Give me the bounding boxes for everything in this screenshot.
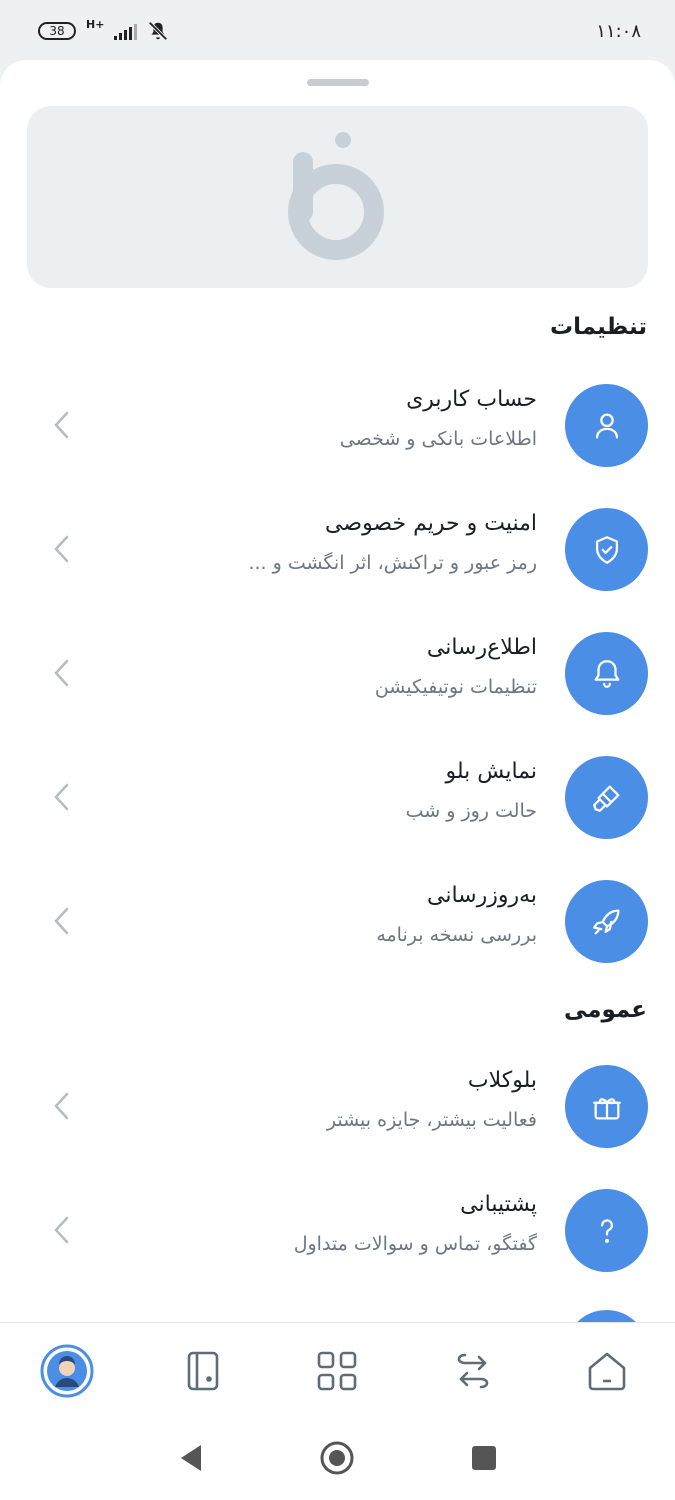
drag-handle[interactable] [307,79,369,86]
row-title: به‌روزرسانی [426,883,537,908]
chevron-left-icon [54,535,69,563]
row-title: حساب کاربری [406,387,537,412]
row-subtitle: رمز عبور و تراکنش، اثر انگشت و ... [248,552,537,574]
row-subtitle: تنظیمات نوتیفیکیشن [374,676,537,698]
row-subtitle: بررسی نسخه برنامه [376,924,537,946]
system-navigation-bar [0,1422,675,1500]
gift-icon [565,1065,648,1148]
row-subtitle: گفتگو، تماس و سوالات متداول [293,1233,537,1255]
rocket-icon [565,880,648,963]
settings-row-display[interactable]: نمایش بلو حالت روز و شب [0,747,675,847]
chevron-left-icon [54,1216,69,1244]
chevron-left-icon [54,907,69,935]
profile-avatar-icon [40,1344,94,1398]
nav-card[interactable] [175,1343,231,1399]
home-icon [588,1352,626,1391]
recents-square-icon [472,1446,496,1470]
status-icons: 38 H+ [38,18,169,42]
general-section-title: عمومی [563,997,647,1023]
home-circle-icon [320,1441,354,1475]
general-row-bluclub[interactable]: بلوکلاب فعالیت بیشتر، جایزه بیشتر [0,1056,675,1156]
mute-bell-icon [148,21,168,41]
clock: ۱۱:۰۸ [596,20,641,42]
card-icon [187,1351,219,1391]
paint-brush-icon [565,756,648,839]
settings-sheet: تنظیمات حساب کاربری اطلاعات بانکی و شخصی… [0,60,675,1322]
system-home-button[interactable] [319,1440,355,1476]
bottom-navigation [0,1322,675,1422]
settings-section-title: تنظیمات [550,314,647,340]
settings-row-security[interactable]: امنیت و حریم خصوصی رمز عبور و تراکنش، اث… [0,499,675,599]
services-grid-icon [317,1351,357,1391]
settings-row-update[interactable]: به‌روزرسانی بررسی نسخه برنامه [0,871,675,971]
b-logo-icon [287,132,384,260]
chevron-left-icon [54,659,69,687]
network-type: H+ [86,18,105,31]
row-title: اطلاع‌رسانی [426,635,537,660]
banner [27,106,648,288]
nav-home[interactable] [579,1343,635,1399]
chevron-left-icon [54,411,69,439]
status-bar: 38 H+ ۱۱:۰۸ [0,0,675,62]
nav-profile[interactable] [39,1343,95,1399]
row-title: نمایش بلو [445,759,537,784]
row-subtitle: اطلاعات بانکی و شخصی [339,428,537,450]
row-title: بلوکلاب [467,1068,537,1093]
settings-row-account[interactable]: حساب کاربری اطلاعات بانکی و شخصی [0,375,675,475]
row-title: امنیت و حریم خصوصی [325,511,537,536]
nav-transfer[interactable] [445,1343,501,1399]
next-row-icon-peek [565,1310,648,1322]
system-recents-button[interactable] [466,1440,502,1476]
row-subtitle: حالت روز و شب [405,800,537,822]
system-back-button[interactable] [173,1440,209,1476]
settings-row-notifications[interactable]: اطلاع‌رسانی تنظیمات نوتیفیکیشن [0,623,675,723]
row-title: پشتیبانی [460,1192,537,1217]
general-row-support[interactable]: پشتیبانی گفتگو، تماس و سوالات متداول [0,1180,675,1280]
nav-services[interactable] [309,1343,365,1399]
user-icon [565,384,648,467]
signal-icon [114,22,138,40]
shield-check-icon [565,508,648,591]
transfer-icon [457,1353,489,1389]
battery-indicator: 38 [38,22,76,40]
back-triangle-icon [181,1445,201,1471]
question-icon [565,1189,648,1272]
row-subtitle: فعالیت بیشتر، جایزه بیشتر [326,1109,537,1131]
bell-icon [565,632,648,715]
chevron-left-icon [54,1092,69,1120]
chevron-left-icon [54,783,69,811]
